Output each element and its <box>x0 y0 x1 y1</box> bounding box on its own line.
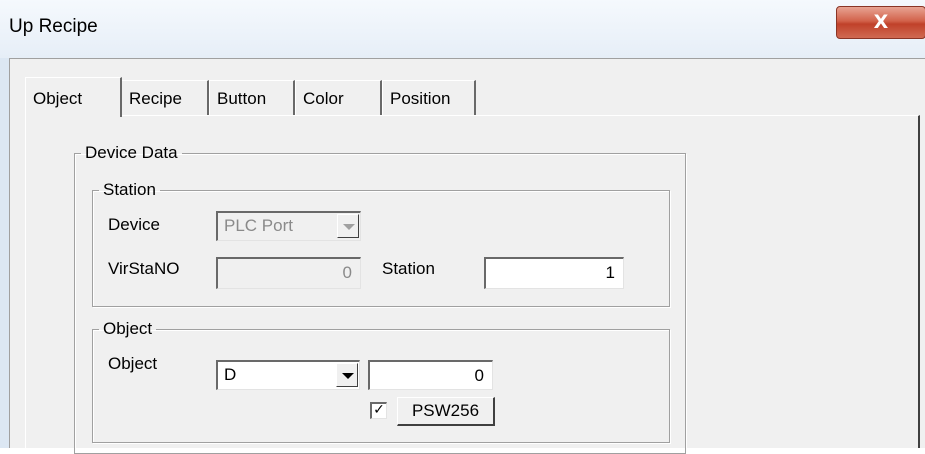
object-type-select[interactable]: D <box>216 360 360 390</box>
tab-recipe[interactable]: Recipe <box>121 80 209 116</box>
device-label: Device <box>108 215 160 234</box>
tab-object-label: Object <box>33 89 83 108</box>
object-type-dropdown-button[interactable] <box>336 363 358 387</box>
device-data-legend: Device Data <box>85 143 178 162</box>
virstano-field: 0 <box>216 257 361 289</box>
object-address-field[interactable]: 0 <box>368 360 493 390</box>
tab-position-label: Position <box>390 89 451 108</box>
tab-recipe-label: Recipe <box>129 89 182 108</box>
tab-color[interactable]: Color <box>295 80 382 116</box>
title-bar: Up Recipe X <box>0 0 925 58</box>
tab-color-label: Color <box>303 89 344 108</box>
station-field[interactable]: 1 <box>484 257 624 289</box>
tab-button-label: Button <box>217 89 267 108</box>
object-legend: Object <box>103 319 153 338</box>
tab-object[interactable]: Object <box>25 77 122 117</box>
object-type-value: D <box>224 365 237 384</box>
chevron-down-icon <box>342 373 354 379</box>
window-left-border <box>0 58 9 448</box>
chevron-down-icon <box>343 224 355 230</box>
device-dropdown-button <box>337 214 359 238</box>
psw-checkbox[interactable]: ✓ <box>370 402 387 419</box>
device-select: PLC Port <box>216 211 361 241</box>
checkmark-icon: ✓ <box>373 402 385 418</box>
station-legend: Station <box>103 180 156 199</box>
device-select-value: PLC Port <box>224 216 293 235</box>
tab-button[interactable]: Button <box>209 80 295 116</box>
psw256-button[interactable]: PSW256 <box>397 397 495 426</box>
tab-position[interactable]: Position <box>382 80 476 116</box>
station-label: Station <box>382 259 435 278</box>
close-button[interactable]: X <box>836 6 925 39</box>
virstano-label: VirStaNO <box>108 259 180 278</box>
close-icon: X <box>873 11 889 33</box>
object-label: Object <box>108 354 158 373</box>
window-title: Up Recipe <box>9 16 98 37</box>
